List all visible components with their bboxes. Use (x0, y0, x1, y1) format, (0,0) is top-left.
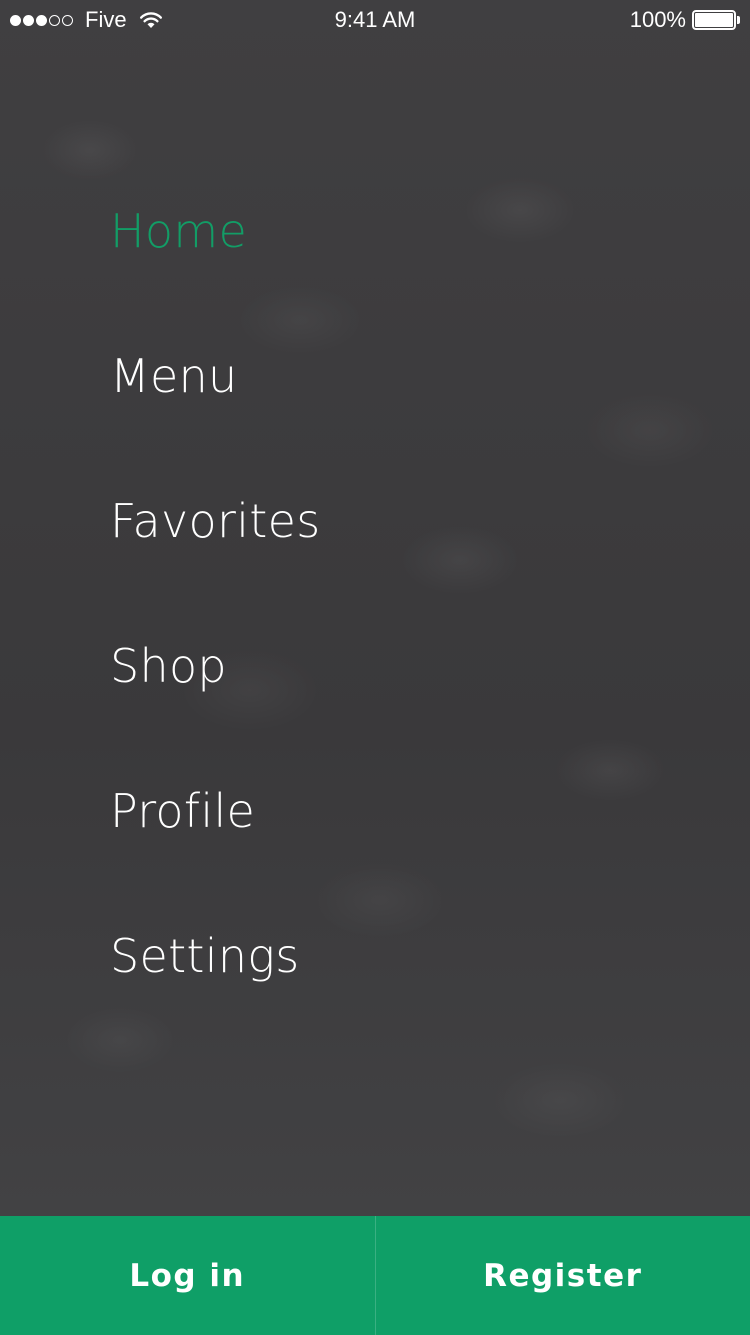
battery-fill (695, 13, 733, 27)
menu-item-shop[interactable]: Shop (110, 625, 321, 770)
battery-tip (737, 16, 740, 24)
register-button[interactable]: Register (376, 1216, 750, 1335)
status-bar: Five 9:41 AM 100% (0, 0, 750, 40)
menu-item-settings[interactable]: Settings (110, 915, 321, 1060)
side-menu-screen: Five 9:41 AM 100% Home Menu Favorites Sh… (0, 0, 750, 1335)
battery-icon (692, 10, 740, 30)
auth-footer: Log in Register (0, 1216, 750, 1335)
battery-percent: 100% (629, 7, 686, 32)
menu-item-home[interactable]: Home (110, 190, 321, 335)
menu-item-profile[interactable]: Profile (110, 770, 321, 915)
menu-item-menu[interactable]: Menu (110, 335, 321, 480)
login-button[interactable]: Log in (0, 1216, 375, 1335)
navigation-menu: Home Menu Favorites Shop Profile Setting… (110, 190, 321, 1060)
status-right: 100% (630, 6, 740, 34)
menu-item-favorites[interactable]: Favorites (110, 480, 321, 625)
